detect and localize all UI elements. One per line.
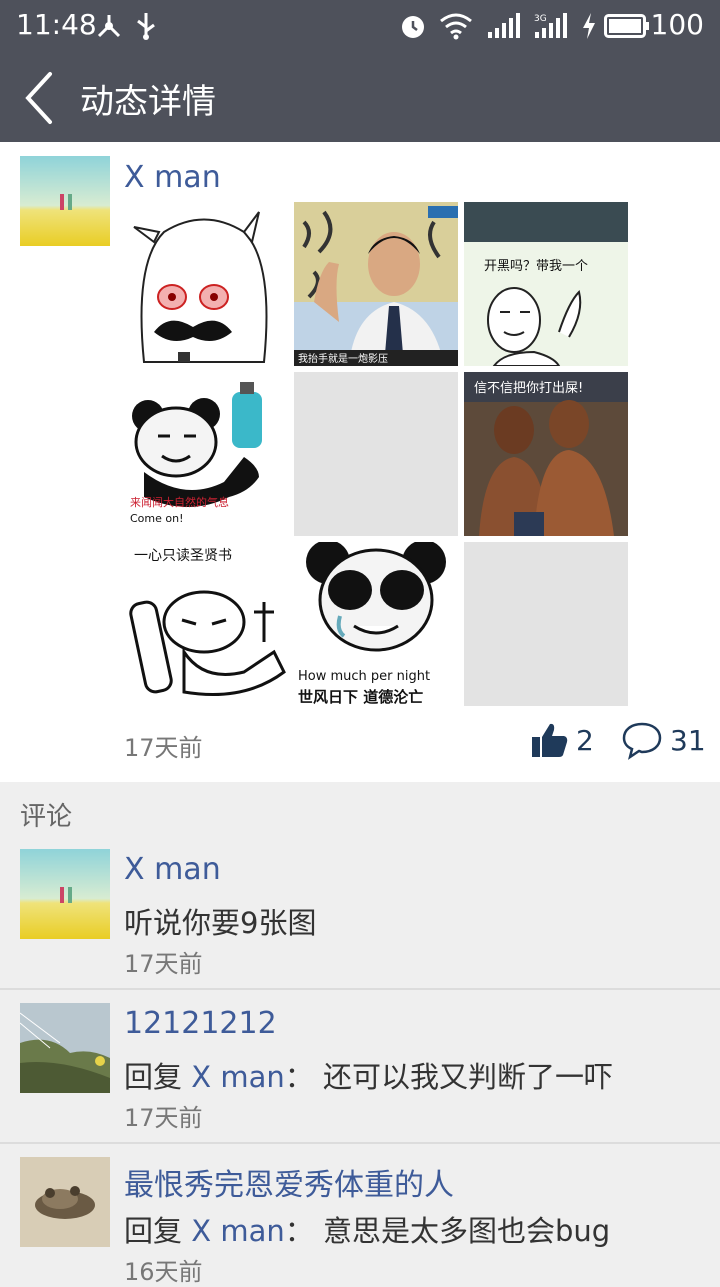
page-title: 动态详情 [80,82,216,122]
image-caption: Come on! [130,512,184,525]
post-author[interactable]: X man [124,160,221,195]
reply-colon: ： [284,1214,314,1248]
battery-icon [604,10,650,42]
post-image-7[interactable]: 一心只读圣贤书 [124,542,288,706]
comment-time: 17天前 [124,950,203,978]
image-caption: 一心只读圣贤书 [134,547,232,564]
alarm-icon [398,10,428,42]
like-count: 2 [576,723,594,757]
post-image-8[interactable]: How much per night 世风日下 道德沦亡 [294,542,458,706]
reply-body: 还可以我又判断了一吓 [322,1060,613,1094]
post-image-3[interactable]: 开黑吗？带我一个 [464,202,628,366]
image-caption: 信不信把你打出屎! [474,381,583,396]
comment-author[interactable]: 12121212 [124,1006,277,1041]
comment-author[interactable]: 最恨秀完恩爱秀体重的人 [124,1160,454,1204]
nav-bar: 动态详情 [0,52,720,142]
post-time: 17天前 [124,734,203,762]
comment-text: 回复 X man： 还可以我又判断了一吓 [124,1054,613,1096]
back-button[interactable] [20,70,60,126]
comment-count: 31 [670,723,706,757]
comment-item[interactable]: 12121212 回复 X man： 还可以我又判断了一吓 17天前 [0,990,720,1142]
top-bar: 11:48 3G 100 动态详情 [0,0,720,142]
image-caption: 世风日下 道德沦亡 [298,688,423,706]
wifi-icon [438,10,474,42]
battery-level: 100 [650,8,704,41]
status-time: 11:48 [16,8,97,41]
reply-prefix: 回复 [124,1214,183,1248]
image-caption: 我抬手就是一炮影压 [298,352,388,365]
post-image-5[interactable] [294,372,458,536]
comment-bubble-icon [622,722,662,760]
comments-section-label: 评论 [20,802,73,832]
image-caption: 开黑吗？带我一个 [484,259,588,274]
comment-text: 回复 X man： 意思是太多图也会bug [124,1208,610,1250]
like-button[interactable]: 2 [530,720,594,760]
post-image-4[interactable]: 来闻闻大自然的气息 Come on! [124,372,288,536]
comment-item[interactable]: 最恨秀完恩爱秀体重的人 回复 X man： 意思是太多图也会bug 16天前 [0,1144,720,1286]
post-image-1[interactable] [124,202,288,366]
reply-prefix: 回复 [124,1060,183,1094]
image-caption: 来闻闻大自然的气息 [130,495,229,509]
post-image-2[interactable]: 我抬手就是一炮影压 [294,202,458,366]
post-image-6[interactable]: 信不信把你打出屎! [464,372,628,536]
comment-button[interactable]: 31 [622,720,706,760]
comment-item[interactable]: X man 听说你要9张图 17天前 [0,836,720,988]
svg-text:3G: 3G [534,14,547,24]
post-card: X man 我抬手就是一炮影压 开黑吗？带我一个 来闻闻大自然的气息 Come … [0,142,720,782]
signal-icon [486,10,522,42]
signal-3g-icon: 3G [534,10,570,42]
usb-icon [134,10,158,42]
status-bar: 11:48 3G 100 [0,0,720,52]
post-image-9[interactable] [464,542,628,706]
comment-time: 16天前 [124,1258,203,1286]
image-caption: How much per night [298,669,430,684]
reply-to-name[interactable]: X man [191,1214,285,1248]
charging-icon [580,10,598,42]
comment-time: 17天前 [124,1104,203,1132]
thumbs-up-icon [532,723,568,757]
avatar[interactable] [20,849,110,939]
comment-text: 听说你要9张图 [124,906,317,940]
network-share-icon [94,10,124,42]
chevron-left-icon [25,72,52,124]
reply-to-name[interactable]: X man [191,1060,285,1094]
avatar[interactable] [20,1003,110,1093]
avatar[interactable] [20,156,110,246]
reply-body: 意思是太多图也会bug [322,1214,611,1248]
comment-author[interactable]: X man [124,852,221,887]
reply-colon: ： [284,1060,314,1094]
avatar[interactable] [20,1157,110,1247]
